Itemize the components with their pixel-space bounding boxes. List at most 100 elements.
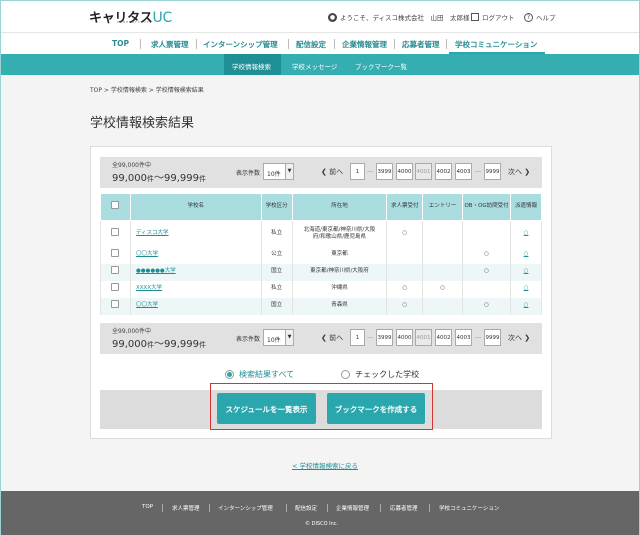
back-to-search-link[interactable]: < 学校情報検索に戻る xyxy=(292,460,358,470)
school-name-link[interactable]: 〇〇大学 xyxy=(136,302,158,308)
logo-sub: CAREERTASUC xyxy=(117,20,150,24)
entry-mark: ○ xyxy=(422,280,464,298)
row-checkbox[interactable] xyxy=(111,266,120,275)
nav-delivery-settings[interactable]: 配信設定 xyxy=(296,39,326,50)
logout-icon xyxy=(471,13,479,21)
prev-page-link[interactable]: ❮ 前へ xyxy=(321,167,343,177)
nav-divider xyxy=(140,39,141,49)
school-type: 国立 xyxy=(260,263,293,281)
sub-nav: 学校情報検索 学校メッセージ ブックマーク一覧 xyxy=(1,54,639,75)
col-job-posting[interactable]: 求人票受付 xyxy=(386,193,424,221)
footer-divider xyxy=(327,504,328,512)
footer-delivery-settings[interactable]: 配信設定 xyxy=(295,504,317,512)
footer-internship[interactable]: インターンシップ管理 xyxy=(218,504,273,512)
nav-company-info[interactable]: 企業情報管理 xyxy=(342,39,387,50)
nav-internship[interactable]: インターンシップ管理 xyxy=(203,39,278,50)
school-name-link[interactable]: ●●●●●●大学 xyxy=(136,268,176,274)
radio-all-label[interactable]: 検索結果すべて xyxy=(239,369,294,380)
footer-divider xyxy=(286,504,287,512)
dispatch-info-link[interactable]: ○ xyxy=(524,285,529,291)
footer-top[interactable]: TOP xyxy=(142,504,153,510)
show-schedule-button[interactable]: スケジュールを一覧表示 xyxy=(217,393,316,424)
dispatch-info-link[interactable]: ○ xyxy=(524,268,529,274)
footer-divider xyxy=(209,504,210,512)
nav-job-posting[interactable]: 求人票管理 xyxy=(151,39,189,50)
dispatch-info-link[interactable]: ○ xyxy=(524,251,529,257)
page-button[interactable]: 9999 xyxy=(484,163,501,180)
help-link[interactable]: ? ヘルプ xyxy=(524,12,556,22)
col-school-name[interactable]: 学校名 xyxy=(129,193,262,221)
school-name-link[interactable]: ディスコ大学 xyxy=(136,230,169,236)
logout-link[interactable]: ログアウト xyxy=(471,12,515,22)
footer-applicants[interactable]: 応募者管理 xyxy=(390,504,418,512)
col-location[interactable]: 所在地 xyxy=(291,193,388,221)
row-checkbox[interactable] xyxy=(111,249,120,258)
radio-checked-schools[interactable] xyxy=(341,370,351,379)
page-button[interactable]: 3999 xyxy=(376,163,393,180)
footer-school-communication[interactable]: 学校コミュニケーション xyxy=(439,504,499,512)
page-button[interactable]: 4000 xyxy=(396,163,413,180)
page-button[interactable]: 1 xyxy=(350,163,365,180)
nav-school-communication[interactable]: 学校コミュニケーション xyxy=(455,39,537,50)
entry-mark xyxy=(422,263,464,281)
row-checkbox[interactable] xyxy=(111,228,120,237)
row-checkbox[interactable] xyxy=(111,283,120,292)
subnav-school-message[interactable]: 学校メッセージ xyxy=(292,61,337,71)
per-page-label: 表示件数 xyxy=(236,170,261,177)
school-type: 私立 xyxy=(260,280,293,298)
school-type: 国立 xyxy=(260,297,293,315)
dispatch-info-link[interactable]: ○ xyxy=(524,230,529,236)
col-dispatch-info[interactable]: 派遣情報 xyxy=(510,193,542,221)
page-button[interactable]: 1 xyxy=(350,329,365,346)
school-name-link[interactable]: 〇〇大学 xyxy=(136,251,158,257)
select-all-checkbox[interactable] xyxy=(111,201,120,210)
footer-company-info[interactable]: 企業情報管理 xyxy=(336,504,369,512)
page-button[interactable]: 4003 xyxy=(455,329,472,346)
subnav-bookmarks[interactable]: ブックマーク一覧 xyxy=(355,61,407,71)
page-button[interactable]: 3999 xyxy=(376,329,393,346)
table-header-row: 学校名 学校区分 所在地 求人票受付 エントリー OB・OG訪問受付 派遣情報 xyxy=(100,193,542,221)
copyright: © DISCO Inc. xyxy=(305,521,339,527)
per-page-select[interactable]: 10件 ▼ xyxy=(263,163,294,180)
next-page-link[interactable]: 次へ ❯ xyxy=(508,167,530,177)
row-checkbox[interactable] xyxy=(111,300,120,309)
user-info: ● ようこそ、ディスコ株式会社 山田 太郎様 xyxy=(328,12,470,22)
user-greeting: ようこそ、ディスコ株式会社 山田 太郎様 xyxy=(340,14,470,22)
dispatch-info-link[interactable]: ○ xyxy=(524,302,529,308)
nav-applicants[interactable]: 応募者管理 xyxy=(402,39,440,50)
subnav-school-search[interactable]: 学校情報検索 xyxy=(232,61,271,71)
page-button[interactable]: 9999 xyxy=(484,329,501,346)
footer-divider xyxy=(380,504,381,512)
create-bookmark-button[interactable]: ブックマークを作成する xyxy=(327,393,425,424)
col-entry[interactable]: エントリー xyxy=(422,193,464,221)
nav-divider xyxy=(196,39,197,49)
footer-job-posting[interactable]: 求人票管理 xyxy=(172,504,200,512)
radio-all-results[interactable] xyxy=(225,370,234,379)
col-obog[interactable]: OB・OG訪問受付 xyxy=(462,193,512,221)
school-location: 沖縄県 xyxy=(291,280,388,298)
next-page-link[interactable]: 次へ ❯ xyxy=(508,333,530,343)
page-title: 学校情報検索結果 xyxy=(90,116,195,131)
obog-mark xyxy=(462,280,512,298)
radio-checked-label[interactable]: チェックした学校 xyxy=(355,369,419,380)
results-table: 学校名 学校区分 所在地 求人票受付 エントリー OB・OG訪問受付 派遣情報 … xyxy=(100,193,542,315)
page-button[interactable]: 4003 xyxy=(455,163,472,180)
total-count: 全99,000件中 xyxy=(112,162,151,169)
chevron-down-icon: ▼ xyxy=(285,330,293,345)
nav-top[interactable]: TOP xyxy=(112,39,129,48)
school-name-link[interactable]: XXXX大学 xyxy=(136,285,162,291)
page-button[interactable]: 4002 xyxy=(435,163,452,180)
per-page-select[interactable]: 10件 ▼ xyxy=(263,329,294,346)
current-page: 4001 xyxy=(415,163,432,180)
page-button[interactable]: 4000 xyxy=(396,329,413,346)
prev-page-link[interactable]: ❮ 前へ xyxy=(321,333,343,343)
obog-mark: ○ xyxy=(462,246,512,264)
page-button[interactable]: 4002 xyxy=(435,329,452,346)
obog-mark xyxy=(462,220,512,247)
breadcrumb[interactable]: TOP > 学校情報検索 > 学校情報検索結果 xyxy=(90,85,204,94)
chevron-down-icon: ▼ xyxy=(285,164,293,179)
table-row: XXXX大学 私立 沖縄県 ○ ○ ○ xyxy=(100,280,542,298)
job-posting-mark: ○ xyxy=(386,297,424,315)
col-school-type[interactable]: 学校区分 xyxy=(260,193,293,221)
table-row: 〇〇大学 国立 青森県 ○ ○ ○ xyxy=(100,297,542,315)
